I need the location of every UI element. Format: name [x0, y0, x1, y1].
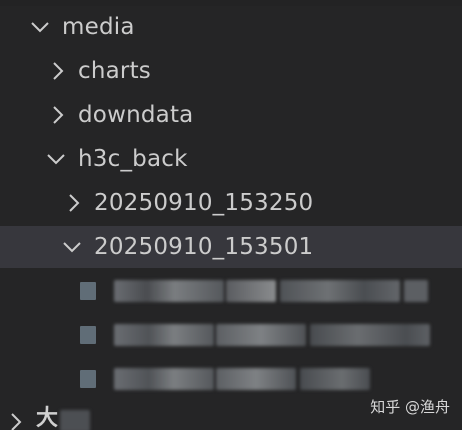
tree-item-h3c-back[interactable]: h3c_back: [0, 138, 462, 180]
redacted-filename: [216, 368, 296, 390]
watermark: 知乎 @渔舟: [370, 398, 450, 416]
tree-item-label: 20250910_153250: [94, 190, 314, 216]
redacted-filename: [114, 280, 224, 302]
chevron-down-icon[interactable]: [46, 149, 66, 169]
chevron-right-icon[interactable]: [48, 105, 68, 125]
tree-item-label: downdata: [78, 102, 194, 128]
file-icon: [80, 370, 96, 388]
redacted-filename: [114, 324, 214, 346]
tree-item-media[interactable]: media: [0, 6, 462, 48]
redacted-filename: [216, 324, 306, 346]
redacted-filename: [226, 280, 276, 302]
tree-item-label: charts: [78, 58, 151, 84]
redacted-filename: [310, 324, 430, 346]
chevron-right-icon[interactable]: [6, 412, 26, 430]
tree-item-label: 20250910_153501: [94, 234, 314, 260]
tree-item-charts[interactable]: charts: [0, 50, 462, 92]
tree-item-downdata[interactable]: downdata: [0, 94, 462, 136]
tree-item-label: h3c_back: [78, 146, 188, 172]
redacted-filename: [300, 368, 370, 390]
chevron-right-icon[interactable]: [64, 193, 84, 213]
redacted-filename: [114, 368, 214, 390]
redacted-filename: [280, 280, 400, 302]
tree-item-20250910-153501[interactable]: 20250910_153501: [0, 226, 462, 268]
redacted-filename: [404, 280, 428, 302]
tree-item-partial-label[interactable]: 大: [36, 408, 58, 430]
tree-item-label: media: [62, 14, 135, 40]
tree-item-blurred-file[interactable]: [0, 358, 462, 400]
chevron-down-icon[interactable]: [62, 237, 82, 257]
redacted-filename: [60, 410, 90, 430]
file-icon: [80, 282, 96, 300]
file-explorer-tree: media charts downdata h3c_back 20250910_…: [0, 0, 462, 430]
tree-item-blurred-file[interactable]: [0, 270, 462, 312]
chevron-down-icon[interactable]: [30, 17, 50, 37]
chevron-right-icon[interactable]: [48, 61, 68, 81]
file-icon: [80, 326, 96, 344]
tree-item-20250910-153250[interactable]: 20250910_153250: [0, 182, 462, 224]
tree-item-blurred-file[interactable]: [0, 314, 462, 356]
